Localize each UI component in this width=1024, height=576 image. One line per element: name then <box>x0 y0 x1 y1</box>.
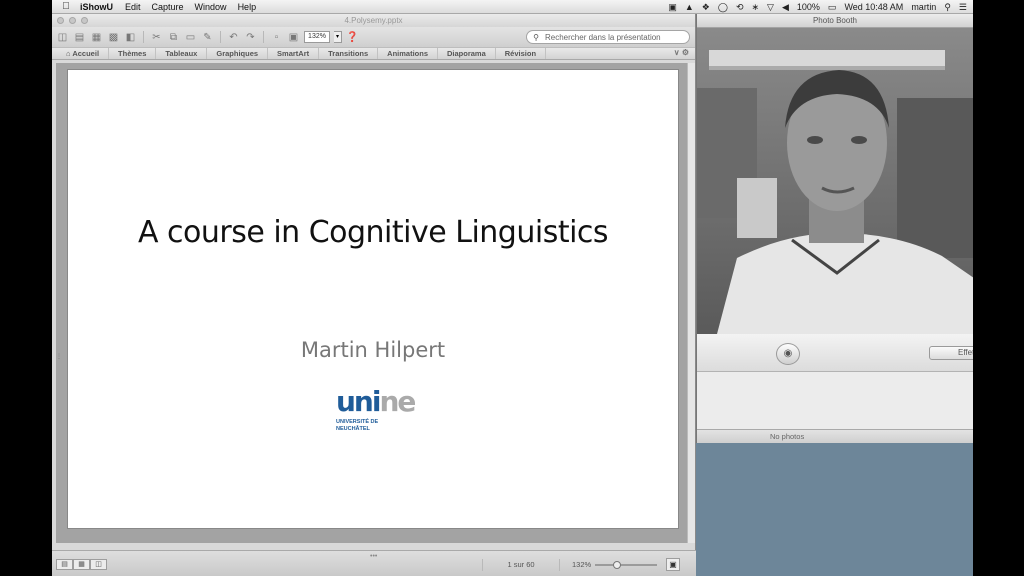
redo-icon[interactable]: ↷ <box>244 31 257 43</box>
tab-accueil[interactable]: ⌂ Accueil <box>64 48 110 59</box>
battery-percent[interactable]: 100% <box>797 2 820 12</box>
powerpoint-window: 4.Polysemy.pptx ◫ ▤ ▦ ▩ ◧ ✂ ⧉ ▭ ✎ ↶ ↷ ▫ … <box>52 14 696 576</box>
menu-extras: ▣ ▲ ❖ ◯ ⟲ ∗ ▽ ◀ 100% ▭ Wed 10:48 AM mart… <box>668 0 967 14</box>
menu-clock[interactable]: Wed 10:48 AM <box>844 2 903 12</box>
time-machine-icon[interactable]: ⟲ <box>736 2 744 13</box>
status-bar: ••• ▤ ▦ ◫ 1 sur 60 132% ▣ <box>52 550 696 576</box>
copy-icon[interactable]: ⧉ <box>167 31 180 43</box>
ppt-titlebar: 4.Polysemy.pptx <box>52 14 695 27</box>
vertical-scrollbar[interactable] <box>687 63 695 543</box>
help-icon[interactable]: ❓ <box>346 31 359 43</box>
minimize-icon[interactable] <box>69 17 76 24</box>
photobooth-status: No photos <box>697 429 973 443</box>
effects-button[interactable]: Effets <box>929 346 973 360</box>
logo-wordmark: unine <box>336 388 426 416</box>
tab-themes[interactable]: Thèmes <box>109 48 157 59</box>
zoom-slider[interactable] <box>595 561 657 569</box>
slide-title[interactable]: A course in Cognitive Linguistics <box>68 215 678 250</box>
menu-bar:  iShowU Edit Capture Window Help ▣ ▲ ❖ … <box>52 0 973 14</box>
logo-word-accent: ne <box>379 385 416 418</box>
resize-grip-icon[interactable]: ••• <box>370 553 377 560</box>
new-presentation-icon[interactable]: ◫ <box>56 31 69 43</box>
view-switcher: ▤ ▦ ◫ <box>56 559 107 570</box>
zoom-icon[interactable] <box>81 17 88 24</box>
toolbar-divider <box>143 31 144 43</box>
templates-icon[interactable]: ▤ <box>73 31 86 43</box>
university-logo: unine UNIVERSITÉ DE NEUCHÂTEL <box>336 388 426 433</box>
ribbon-tabs: ⌂ Accueil Thèmes Tableaux Graphiques Sma… <box>52 47 695 60</box>
document-title: 4.Polysemy.pptx <box>344 16 403 25</box>
slide-author[interactable]: Martin Hilpert <box>68 338 678 362</box>
screen-record-icon[interactable]: ▣ <box>668 2 677 13</box>
toolbox-icon[interactable]: ▫ <box>270 31 283 43</box>
user-menu[interactable]: martin <box>911 2 936 12</box>
tab-transitions[interactable]: Transitions <box>319 48 379 59</box>
ribbon-options-icon[interactable]: ∨ ⚙ <box>674 48 689 57</box>
tab-revision[interactable]: Révision <box>496 48 547 59</box>
close-icon[interactable] <box>57 17 64 24</box>
battery-icon[interactable]: ▭ <box>828 2 837 13</box>
undo-icon[interactable]: ↶ <box>227 31 240 43</box>
menu-window[interactable]: Window <box>195 2 227 12</box>
photobooth-titlebar: Photo Booth <box>697 14 973 28</box>
photo-strip <box>697 372 973 432</box>
toolbar-divider <box>220 31 221 43</box>
bluetooth-icon[interactable]: ∗ <box>752 2 760 13</box>
save-icon[interactable]: ▩ <box>107 31 120 43</box>
take-photo-button[interactable]: ◉ <box>776 343 800 365</box>
search-field[interactable]: ⚲ Rechercher dans la présentation <box>526 30 690 44</box>
tab-tableaux[interactable]: Tableaux <box>156 48 208 59</box>
tab-graphiques[interactable]: Graphiques <box>207 48 269 59</box>
print-icon[interactable]: ◧ <box>124 31 137 43</box>
logo-subtitle: UNIVERSITÉ DE NEUCHÂTEL <box>336 419 426 433</box>
photobooth-controls: ◉ Effets <box>697 334 973 372</box>
fit-to-window-icon[interactable]: ▣ <box>666 558 680 571</box>
photobooth-window: Photo Booth ◉ Effe No photos <box>696 14 973 443</box>
page-indicator: 1 sur 60 <box>482 559 560 571</box>
menu-edit[interactable]: Edit <box>125 2 141 12</box>
media-browser-icon[interactable]: ▣ <box>287 31 300 43</box>
zoom-dropdown-icon[interactable]: ▾ <box>334 31 342 43</box>
shield-icon[interactable]: ◯ <box>718 2 728 13</box>
toolbar-divider <box>263 31 264 43</box>
wifi-icon[interactable]: ▽ <box>767 2 774 13</box>
zoom-slider-knob[interactable] <box>612 561 621 569</box>
camera-icon: ◉ <box>783 348 793 359</box>
volume-icon[interactable]: ◀ <box>782 2 789 13</box>
dropbox-icon[interactable]: ❖ <box>702 2 710 13</box>
slideshow-view-icon[interactable]: ◫ <box>90 559 107 570</box>
standard-toolbar: ◫ ▤ ▦ ▩ ◧ ✂ ⧉ ▭ ✎ ↶ ↷ ▫ ▣ 132% ▾ ❓ ⚲ Rec… <box>52 27 695 47</box>
camera-feed-image <box>697 28 973 334</box>
apple-menu-icon[interactable]:  <box>52 1 80 12</box>
camera-preview <box>697 28 973 334</box>
logo-sub-line-1: UNIVERSITÉ DE <box>336 419 379 425</box>
window-controls <box>57 17 88 24</box>
slide-editor[interactable]: A course in Cognitive Linguistics Martin… <box>56 63 688 543</box>
search-icon[interactable]: ⚲ <box>527 33 545 42</box>
menu-capture[interactable]: Capture <box>152 2 184 12</box>
list-menu-icon[interactable]: ☰ <box>959 2 967 13</box>
zoom-percent: 132% <box>572 560 592 569</box>
paste-icon[interactable]: ▭ <box>184 31 197 43</box>
split-handle-icon[interactable]: ⋮ <box>56 353 62 365</box>
app-menu[interactable]: iShowU <box>80 2 113 12</box>
normal-view-icon[interactable]: ▤ <box>56 559 73 570</box>
desktop:  iShowU Edit Capture Window Help ▣ ▲ ❖ … <box>52 0 973 576</box>
slide-sorter-icon[interactable]: ▦ <box>73 559 90 570</box>
slide-canvas[interactable]: A course in Cognitive Linguistics Martin… <box>68 70 678 528</box>
open-icon[interactable]: ▦ <box>90 31 103 43</box>
format-painter-icon[interactable]: ✎ <box>201 31 214 43</box>
spotlight-search-icon[interactable]: ⚲ <box>944 2 951 13</box>
tab-smartart[interactable]: SmartArt <box>268 48 320 59</box>
menu-help[interactable]: Help <box>238 2 257 12</box>
logo-sub-line-2: NEUCHÂTEL <box>336 426 370 432</box>
logo-word-main: uni <box>336 385 381 418</box>
search-placeholder: Rechercher dans la présentation <box>545 32 661 42</box>
tab-diaporama[interactable]: Diaporama <box>438 48 496 59</box>
zoom-field[interactable]: 132% <box>304 31 330 43</box>
tab-animations[interactable]: Animations <box>378 48 438 59</box>
google-drive-icon[interactable]: ▲ <box>685 2 694 12</box>
tab-label: Accueil <box>72 49 100 58</box>
cut-icon[interactable]: ✂ <box>150 31 163 43</box>
